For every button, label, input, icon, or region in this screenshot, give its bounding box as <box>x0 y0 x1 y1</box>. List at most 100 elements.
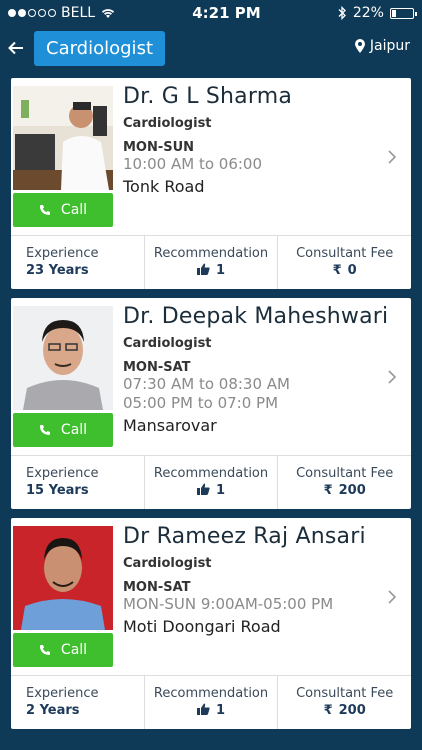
location-selector[interactable]: Jaipur <box>354 38 410 54</box>
doctor-info: Dr. G L Sharma Cardiologist MON-SUN 10:0… <box>123 78 411 235</box>
doctor-photo <box>13 86 113 190</box>
experience-stat: Experience 15 Years <box>11 456 144 509</box>
location-label: Jaipur <box>369 38 410 54</box>
experience-stat: Experience 2 Years <box>11 676 144 729</box>
phone-icon <box>39 205 50 215</box>
photo-column: Call <box>13 86 113 235</box>
experience-stat: Experience 23 Years <box>11 236 144 289</box>
recommendation-value: 1 <box>215 703 226 718</box>
experience-value: 2 Years <box>26 703 80 718</box>
fee-value: 0 <box>347 263 357 278</box>
fee-stat: Consultant Fee ₹ 200 <box>277 676 411 729</box>
call-label: Call <box>60 202 88 218</box>
rupee-icon: ₹ <box>323 703 333 718</box>
recommendation-value-row: 1 <box>145 483 278 498</box>
call-label: Call <box>60 642 88 658</box>
recommendation-label: Recommendation <box>153 246 269 261</box>
status-right: 22% <box>337 5 417 21</box>
status-bar: BELL 4:21 PM 22% <box>0 0 422 26</box>
experience-label: Experience <box>26 466 99 481</box>
doctor-card-main[interactable]: Call Dr. Deepak Maheshwari Cardiologist … <box>11 298 411 455</box>
clock: 4:21 PM <box>192 4 261 22</box>
chevron-right-icon[interactable] <box>387 586 397 611</box>
doctor-stats: Experience 15 Years Recommendation 1 Con… <box>11 455 411 509</box>
status-left: BELL <box>8 5 116 21</box>
recommendation-value-row: 1 <box>145 263 278 278</box>
working-hours: MON-SUN 9:00AM-05:00 PM <box>123 595 334 613</box>
fee-stat: Consultant Fee ₹ 200 <box>277 456 411 509</box>
wifi-icon <box>101 9 115 18</box>
doctor-info: Dr. Deepak Maheshwari Cardiologist MON-S… <box>123 298 411 455</box>
call-button[interactable]: Call <box>13 193 113 227</box>
recommendation-stat[interactable]: Recommendation 1 <box>143 456 278 509</box>
fee-label: Consultant Fee <box>296 686 394 701</box>
doctor-info: Dr Rameez Raj Ansari Cardiologist MON-SA… <box>123 518 411 675</box>
recommendation-value-row: 1 <box>145 703 278 718</box>
working-days: MON-SUN <box>123 140 195 155</box>
recommendation-value: 1 <box>215 483 226 498</box>
doctor-stats: Experience 23 Years Recommendation 1 Con… <box>11 235 411 289</box>
fee-value: 200 <box>338 483 366 498</box>
photo-column: Call <box>13 526 113 675</box>
experience-value: 23 Years <box>26 263 89 278</box>
call-label: Call <box>60 422 88 438</box>
recommendation-label: Recommendation <box>153 686 269 701</box>
doctor-address: Mansarovar <box>123 416 217 435</box>
battery-icon <box>389 7 417 19</box>
call-button[interactable]: Call <box>13 633 113 667</box>
doctor-specialty: Cardiologist <box>123 116 212 131</box>
doctor-specialty: Cardiologist <box>123 336 212 351</box>
thumbs-up-icon <box>196 263 210 275</box>
doctor-address: Tonk Road <box>123 177 205 196</box>
battery-fill <box>391 9 396 17</box>
doctor-name: Dr. Deepak Maheshwari <box>123 304 389 329</box>
carrier-label: BELL <box>61 5 96 21</box>
working-hours-evening: 05:00 PM to 07:0 PM <box>123 394 279 412</box>
bluetooth-icon <box>338 6 346 20</box>
doctor-name: Dr Rameez Raj Ansari <box>123 524 366 549</box>
phone-icon <box>39 645 50 655</box>
thumbs-up-icon <box>196 703 210 715</box>
working-hours: 10:00 AM to 06:00 <box>123 155 263 173</box>
doctor-photo <box>13 526 113 630</box>
doctor-photo <box>13 306 113 410</box>
thumbs-up-icon <box>196 483 210 495</box>
battery-percent: 22% <box>352 5 384 21</box>
fee-value-row: ₹ 0 <box>278 263 411 278</box>
header: Cardiologist Jaipur <box>0 26 422 70</box>
call-button[interactable]: Call <box>13 413 113 447</box>
fee-value-row: ₹ 200 <box>278 483 411 498</box>
phone-icon <box>39 425 50 435</box>
arrow-left-icon[interactable] <box>8 36 30 60</box>
recommendation-stat[interactable]: Recommendation 1 <box>143 236 278 289</box>
fee-value-row: ₹ 200 <box>278 703 411 718</box>
doctor-specialty: Cardiologist <box>123 556 212 571</box>
chevron-right-icon[interactable] <box>387 146 397 171</box>
fee-value: 200 <box>338 703 366 718</box>
chevron-right-icon[interactable] <box>387 366 397 391</box>
doctor-list: Call Dr. G L Sharma Cardiologist MON-SUN… <box>0 78 422 729</box>
photo-column: Call <box>13 306 113 455</box>
recommendation-label: Recommendation <box>153 466 269 481</box>
doctor-name: Dr. G L Sharma <box>123 84 293 109</box>
fee-label: Consultant Fee <box>296 466 394 481</box>
recommendation-value: 1 <box>215 263 226 278</box>
location-pin-icon <box>354 39 365 53</box>
doctor-card[interactable]: Call Dr Rameez Raj Ansari Cardiologist M… <box>11 518 411 729</box>
signal-icon <box>8 9 56 17</box>
doctor-card-main[interactable]: Call Dr. G L Sharma Cardiologist MON-SUN… <box>11 78 411 235</box>
page-title: Cardiologist <box>34 30 165 66</box>
experience-label: Experience <box>26 246 99 261</box>
doctor-stats: Experience 2 Years Recommendation 1 Cons… <box>11 675 411 729</box>
rupee-icon: ₹ <box>332 263 342 278</box>
experience-label: Experience <box>26 686 99 701</box>
doctor-card-main[interactable]: Call Dr Rameez Raj Ansari Cardiologist M… <box>11 518 411 675</box>
working-days: MON-SAT <box>123 580 191 595</box>
working-hours: 07:30 AM to 08:30 AM <box>123 375 290 393</box>
doctor-address: Moti Doongari Road <box>123 617 281 636</box>
recommendation-stat[interactable]: Recommendation 1 <box>143 676 278 729</box>
fee-label: Consultant Fee <box>296 246 394 261</box>
doctor-card[interactable]: Call Dr. G L Sharma Cardiologist MON-SUN… <box>11 78 411 289</box>
doctor-card[interactable]: Call Dr. Deepak Maheshwari Cardiologist … <box>11 298 411 509</box>
rupee-icon: ₹ <box>323 483 333 498</box>
